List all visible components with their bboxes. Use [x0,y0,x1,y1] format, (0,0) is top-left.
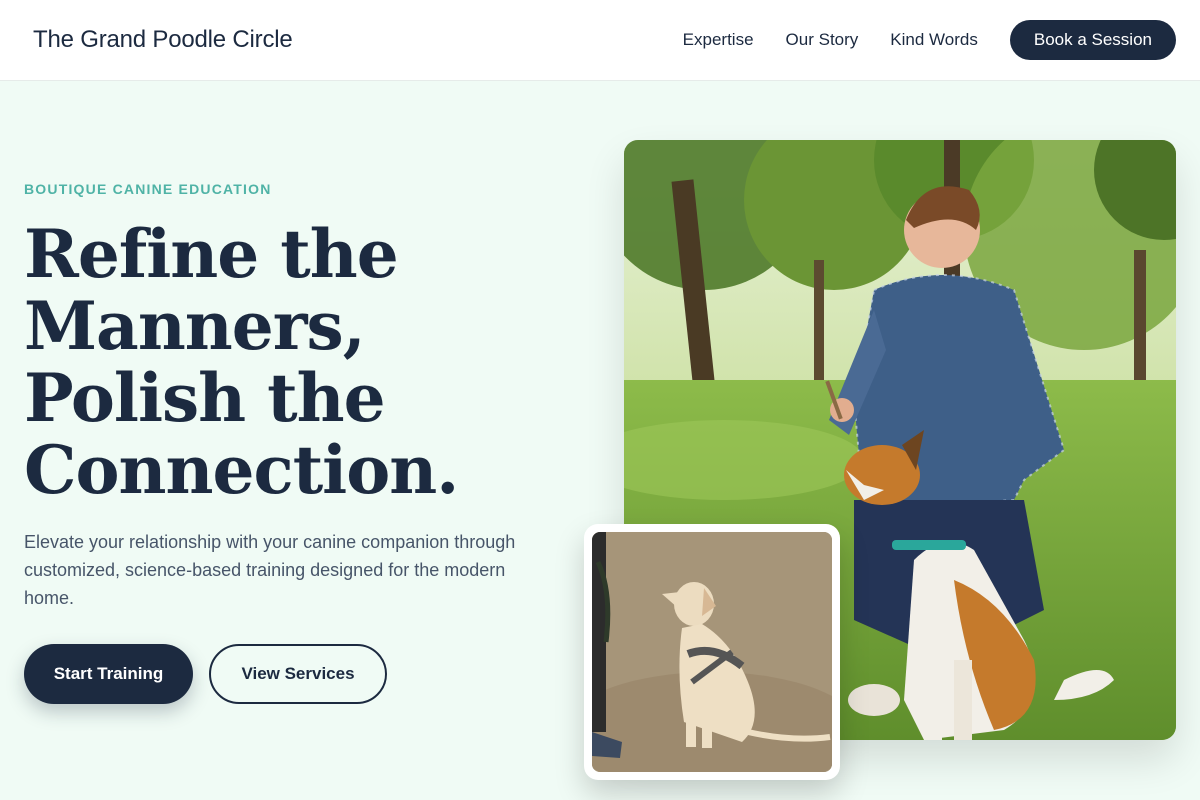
site-logo[interactable]: The Grand Poodle Circle [33,26,293,54]
main-nav: Expertise Our Story Kind Words Book a Se… [683,20,1176,60]
hero-headline: Refine the Manners, Polish the Connectio… [24,218,584,506]
headline-line: Manners, [24,287,366,365]
start-training-button[interactable]: Start Training [24,644,193,704]
headline-line: Connection. [24,431,459,509]
headline-line: Refine the [24,215,399,293]
hero-inset-photo-frame [584,524,840,780]
site-header: The Grand Poodle Circle Expertise Our St… [0,0,1200,81]
hero-description: Elevate your relationship with your cani… [24,532,516,608]
book-session-button[interactable]: Book a Session [1009,20,1176,60]
view-services-button[interactable]: View Services [209,644,387,704]
nav-link-kind-words[interactable]: Kind Words [890,30,978,50]
nav-link-our-story[interactable]: Our Story [786,30,859,50]
headline-line: Polish the [24,359,386,437]
hero-eyebrow: BOUTIQUE CANINE EDUCATION [24,181,272,197]
nav-link-expertise[interactable]: Expertise [683,30,754,50]
hero-inset-photo [592,532,832,772]
